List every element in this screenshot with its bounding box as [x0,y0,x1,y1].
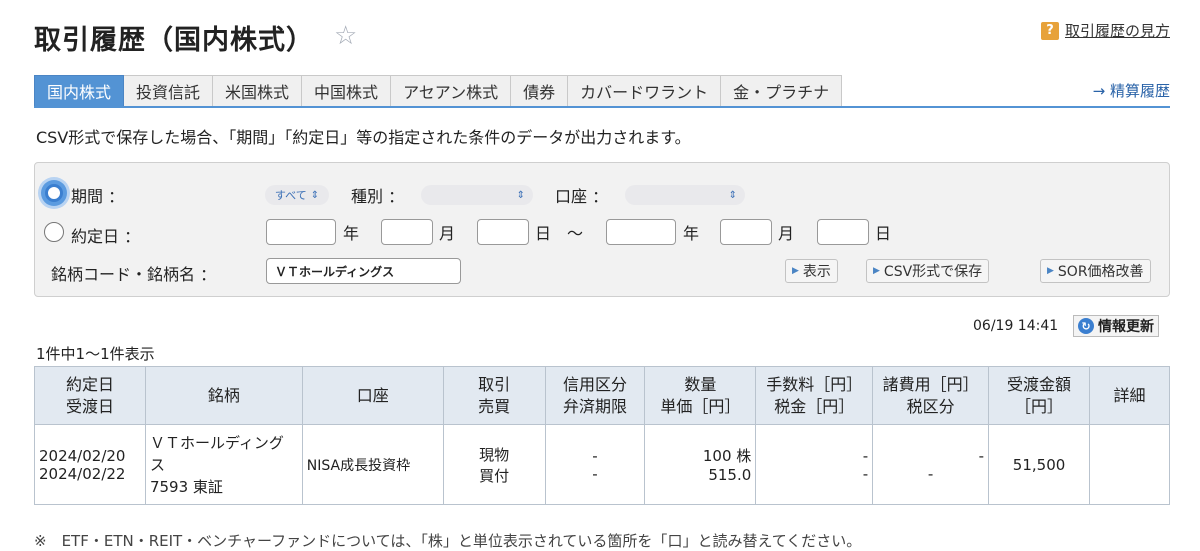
range-tilde: 〜 [567,224,584,243]
month-unit: 月 [439,224,456,243]
select-arrow-icon: ⇕ [728,189,737,201]
tab-domestic-stock[interactable]: 国内株式 [34,75,125,107]
year-unit: 年 [683,224,700,243]
footnote: ※ ETF・ETN・REIT・ベンチャーファンドについては、「株」と単位表示され… [34,532,862,550]
account-label: 口座 ： [555,187,609,206]
csv-save-button[interactable]: ▶ CSV形式で保存 [866,259,990,283]
header-fee-tax: 手数料［円］ 税金［円］ [755,366,874,425]
help-link-label: 取引履歴の見方 [1064,22,1170,40]
cell-trade: 現物 買付 [442,424,546,505]
select-arrow-icon: ⇕ [310,189,320,201]
play-icon: ▶ [1047,266,1054,276]
tab-bar: 国内株式 投資信託 米国株式 中国株式 アセアン株式 債券 カバードワラント 金… [34,75,843,107]
month-unit: 月 [778,224,795,243]
question-icon: ? [1040,21,1059,40]
refresh-icon: ↻ [1078,318,1094,334]
table-header-row: 約定日 受渡日 銘柄 口座 取引 売買 信用区分 弁済期限 数量 単価［円］ 手数料［円… [34,366,1170,425]
to-year-input[interactable] [606,219,676,245]
sor-button-label: SOR価格改善 [1057,264,1144,280]
cell-other-fee: - - [872,424,990,505]
day-unit: 日 [535,224,552,243]
header-dates: 約定日 受渡日 [34,366,146,425]
header-amount: 受渡金額 ［円］ [988,366,1091,425]
tab-investment-trust[interactable]: 投資信託 [124,75,214,107]
tab-bond[interactable]: 債券 [511,75,569,107]
result-count: 1件中1〜1件表示 [36,345,155,363]
period-select[interactable]: すべて ⇕ [265,185,329,205]
csv-save-button-label: CSV形式で保存 [883,264,983,280]
stock-code: 7593 東証 [149,477,223,496]
cell-fee-tax: - - [755,424,874,505]
tab-covered-warrant[interactable]: カバードワラント [568,75,722,107]
header-account: 口座 [301,366,444,425]
trade-history-table: 約定日 受渡日 銘柄 口座 取引 売買 信用区分 弁済期限 数量 単価［円］ 手数料［円… [34,366,1170,505]
tab-asean-stock[interactable]: アセアン株式 [391,75,512,107]
header-other-fee: 諸費用［円］ 税区分 [872,366,990,425]
cell-dates: 2024/02/20 2024/02/22 [34,424,146,505]
cell-amount: 51,500 [988,424,1091,505]
refresh-button[interactable]: ↻ 情報更新 [1073,315,1159,337]
stock-code-input[interactable]: ＶＴホールディングス [266,258,461,284]
favorite-star-icon[interactable]: ☆ [334,22,357,50]
refresh-button-label: 情報更新 [1098,319,1154,335]
tab-china-stock[interactable]: 中国株式 [302,75,392,107]
update-timestamp: 06/19 14:41 [973,318,1059,334]
cell-stock: ＶＴホールディングス 7593 東証 [144,424,303,505]
tab-underline [34,106,1170,108]
header-credit: 信用区分 弁済期限 [544,366,646,425]
header-detail: 詳細 [1089,366,1170,425]
sor-button[interactable]: ▶ SOR価格改善 [1040,259,1151,283]
table-row: 2024/02/20 2024/02/22 ＶＴホールディングス 7593 東証… [34,424,1170,505]
period-radio[interactable] [41,180,67,206]
search-panel: 期間 ： すべて ⇕ 種別 ： ⇕ 口座 ： ⇕ 約定日 ： 年 月 日 〜 年 … [34,162,1170,297]
period-label: 期間 ： [71,187,125,206]
settlement-history-link[interactable]: → 精算履歴 [1093,80,1170,101]
day-unit: 日 [875,224,892,243]
from-day-input[interactable] [477,219,529,245]
help-link[interactable]: ? 取引履歴の見方 [1040,20,1170,41]
to-month-input[interactable] [720,219,772,245]
stock-name: ＶＴホールディングス [149,433,284,474]
trade-date-radio[interactable] [44,222,64,242]
tab-us-stock[interactable]: 米国株式 [213,75,303,107]
play-icon: ▶ [792,266,799,276]
csv-notice: CSV形式で保存した場合、「期間」「約定日」等の指定された条件のデータが出力され… [36,128,691,147]
show-button[interactable]: ▶ 表示 [785,259,838,283]
from-year-input[interactable] [266,219,336,245]
page-title: 取引履歴（国内株式） [34,25,314,56]
trade-date-label: 約定日 ： [71,227,141,246]
header-trade: 取引 売買 [442,366,546,425]
period-select-value: すべて [274,189,307,202]
from-month-input[interactable] [381,219,433,245]
cell-detail[interactable] [1089,424,1170,505]
type-label: 種別 ： [351,187,405,206]
year-unit: 年 [343,224,360,243]
header-qty-price: 数量 単価［円］ [644,366,757,425]
to-day-input[interactable] [817,219,869,245]
type-select[interactable]: ⇕ [421,185,533,205]
tab-gold-platinum[interactable]: 金・プラチナ [721,75,843,107]
show-button-label: 表示 [802,264,831,280]
cell-account: NISA成長投資枠 [301,424,444,505]
header-stock: 銘柄 [144,366,303,425]
cell-qty-price: 100 株 515.0 [644,424,757,505]
code-label: 銘柄コード・銘柄名 ： [51,265,217,284]
select-arrow-icon: ⇕ [516,189,525,201]
cell-credit: - - [544,424,646,505]
account-select[interactable]: ⇕ [625,185,745,205]
play-icon: ▶ [873,266,880,276]
